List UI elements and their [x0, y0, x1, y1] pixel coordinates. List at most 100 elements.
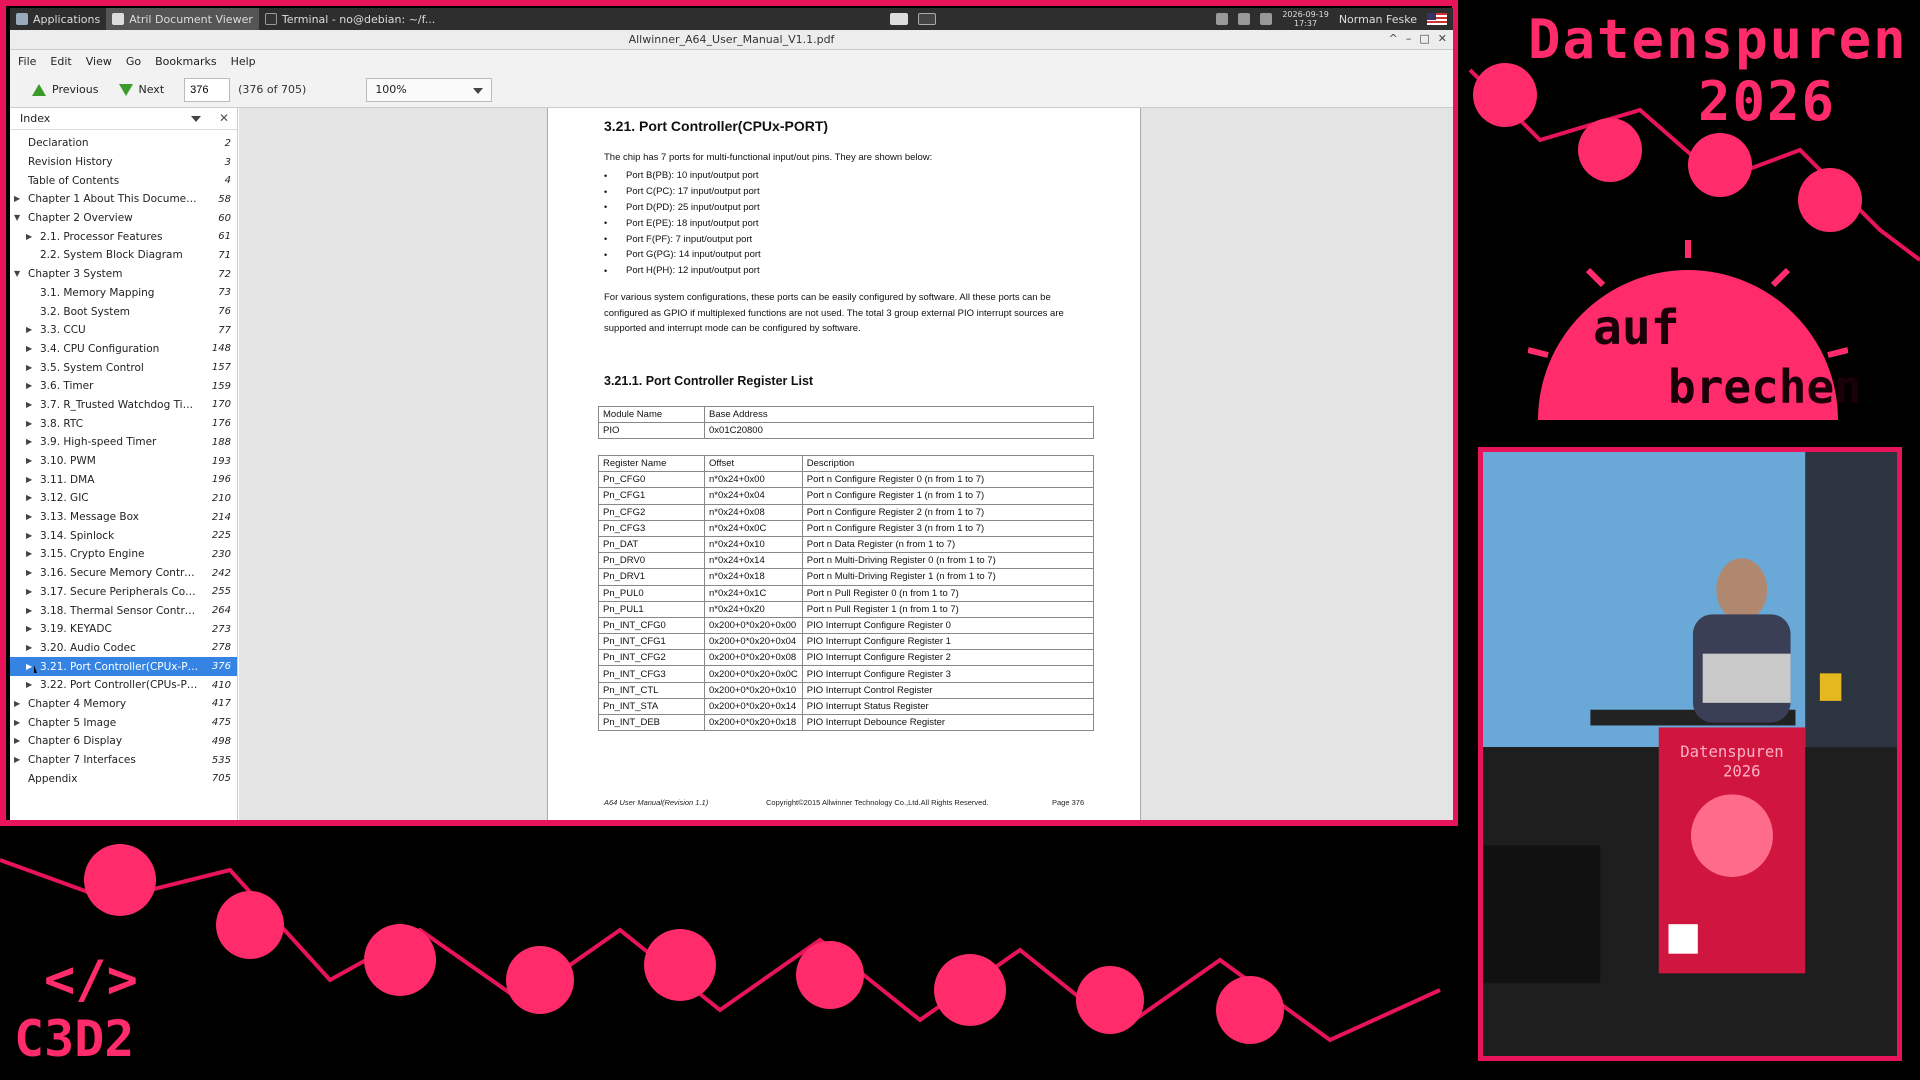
index-item[interactable]: ▶ 3.4. CPU Configuration 148	[10, 340, 237, 359]
user-menu[interactable]: Norman Feske	[1339, 13, 1417, 26]
expander-collapsed-icon[interactable]: ▶	[26, 381, 36, 391]
menu-view[interactable]: View	[86, 55, 112, 68]
expander-collapsed-icon[interactable]: ▶	[26, 363, 36, 373]
index-item[interactable]: ▶ 2.1. Processor Features 61	[10, 227, 237, 246]
expander-collapsed-icon[interactable]: ▶	[26, 493, 36, 503]
chevron-down-icon[interactable]	[191, 116, 201, 122]
index-item[interactable]: ▶ 3.19. KEYADC 273	[10, 620, 237, 639]
index-item[interactable]: 2.2. System Block Diagram 71	[10, 246, 237, 265]
index-item[interactable]: ▶ 3.12. GIC 210	[10, 489, 237, 508]
index-item[interactable]: ▶ 3.13. Message Box 214	[10, 508, 237, 527]
expander-collapsed-icon[interactable]: ▶	[26, 344, 36, 354]
expander-collapsed-icon[interactable]: ▶	[14, 194, 24, 204]
index-item[interactable]: ▶ Chapter 4 Memory 417	[10, 695, 237, 714]
sidebar-index: Index ✕ Declaration 2 Revision History 3 Tab…	[10, 108, 238, 820]
index-item[interactable]: 3.2. Boot System 76	[10, 302, 237, 321]
document-view[interactable]: 3.21. Port Controller(CPUx-PORT) The chi…	[239, 108, 1453, 820]
task-terminal[interactable]: Terminal - no@debian: ~/f...	[259, 8, 441, 30]
sidebar-header[interactable]: Index ✕	[10, 108, 237, 130]
menu-file[interactable]: File	[18, 55, 36, 68]
menu-bookmarks[interactable]: Bookmarks	[155, 55, 216, 68]
index-item[interactable]: 3.1. Memory Mapping 73	[10, 284, 237, 303]
task-atril[interactable]: Atril Document Viewer	[106, 8, 259, 30]
expander-collapsed-icon[interactable]: ▶	[26, 456, 36, 466]
index-item[interactable]: Appendix 705	[10, 769, 237, 788]
page-number-input[interactable]	[184, 77, 231, 102]
index-item[interactable]: ▶ 3.11. DMA 196	[10, 470, 237, 489]
index-item[interactable]: ▶ 3.6. Timer 159	[10, 377, 237, 396]
expander-collapsed-icon[interactable]: ▶	[26, 680, 36, 690]
expander-collapsed-icon[interactable]: ▶	[26, 643, 36, 653]
expander-collapsed-icon[interactable]: ▶	[26, 587, 36, 597]
svg-text:Datenspuren: Datenspuren	[1680, 742, 1783, 761]
expander-collapsed-icon[interactable]: ▶	[26, 325, 36, 335]
expander-collapsed-icon[interactable]: ▶	[26, 531, 36, 541]
sidebar-close-icon[interactable]: ✕	[219, 111, 229, 125]
index-item[interactable]: Table of Contents 4	[10, 171, 237, 190]
menu-go[interactable]: Go	[126, 55, 141, 68]
notification-bell-icon[interactable]	[1260, 13, 1273, 25]
expander-collapsed-icon[interactable]: ▶	[26, 624, 36, 634]
index-item[interactable]: ▶ 3.17. Secure Peripherals Controll... 255	[10, 583, 237, 602]
expander-expanded-icon[interactable]: ▼	[14, 269, 24, 279]
applications-menu[interactable]: Applications	[10, 8, 106, 30]
index-item[interactable]: ▶ Chapter 7 Interfaces 535	[10, 751, 237, 770]
window-shade-button[interactable]: ^	[1389, 32, 1398, 45]
index-item[interactable]: ▶ 3.18. Thermal Sensor Controller 264	[10, 601, 237, 620]
index-item[interactable]: ▶ 3.22. Port Controller(CPUs-PORT) 410	[10, 676, 237, 695]
window-minimize-button[interactable]: –	[1406, 32, 1412, 45]
table-cell: n*0x24+0x20	[704, 600, 803, 618]
index-item[interactable]: Declaration 2	[10, 134, 237, 153]
index-item[interactable]: ▶ 3.5. System Control 157	[10, 358, 237, 377]
index-item[interactable]: ▶ 3.14. Spinlock 225	[10, 526, 237, 545]
expander-collapsed-icon[interactable]: ▶	[26, 232, 36, 242]
index-item[interactable]: ▶ 3.7. R_Trusted Watchdog Timer 170	[10, 396, 237, 415]
window-maximize-button[interactable]: □	[1419, 32, 1429, 45]
network-icon[interactable]	[1216, 13, 1229, 25]
expander-collapsed-icon[interactable]: ▶	[14, 718, 24, 728]
previous-page-button[interactable]: Previous	[22, 76, 109, 104]
index-item[interactable]: ▼ Chapter 3 System 72	[10, 265, 237, 284]
expander-collapsed-icon[interactable]: ▶	[26, 437, 36, 447]
keyboard-layout-flag-icon[interactable]	[1427, 13, 1447, 25]
menu-help[interactable]: Help	[231, 55, 256, 68]
expander-collapsed-icon[interactable]: ▶	[14, 736, 24, 746]
index-item[interactable]: ▶ Chapter 1 About This Document... 58	[10, 190, 237, 209]
index-item[interactable]: ▼ Chapter 2 Overview 60	[10, 209, 237, 228]
expander-collapsed-icon[interactable]: ▶	[26, 606, 36, 616]
expander-collapsed-icon[interactable]: ▶	[26, 549, 36, 559]
index-item[interactable]: ▶ 3.15. Crypto Engine 230	[10, 545, 237, 564]
workspace-icon[interactable]	[890, 13, 909, 25]
menu-edit[interactable]: Edit	[50, 55, 71, 68]
index-item[interactable]: ▶ Chapter 5 Image 475	[10, 713, 237, 732]
index-item[interactable]: ▶ 3.16. Secure Memory Controller 242	[10, 564, 237, 583]
expander-collapsed-icon[interactable]: ▶	[14, 699, 24, 709]
index-item[interactable]: ▶ 3.8. RTC 176	[10, 414, 237, 433]
window-titlebar[interactable]: Allwinner_A64_User_Manual_V1.1.pdf ^ – □…	[10, 30, 1453, 50]
index-item[interactable]: Revision History 3	[10, 153, 237, 172]
index-item-page: 58	[218, 193, 231, 205]
index-item[interactable]: ▶ Chapter 6 Display 498	[10, 732, 237, 751]
window-close-button[interactable]: ✕	[1438, 32, 1447, 45]
expander-collapsed-icon[interactable]: ▶	[26, 400, 36, 410]
terminal-workspace-icon[interactable]	[918, 13, 937, 25]
index-item[interactable]: ▶ 3.3. CCU 77	[10, 321, 237, 340]
next-page-button[interactable]: Next	[109, 76, 175, 104]
index-item[interactable]: ▶ 3.21. Port Controller(CPUx-PORT) 376	[10, 657, 237, 676]
index-item-label: Chapter 4 Memory	[28, 697, 127, 710]
expander-collapsed-icon[interactable]: ▶	[26, 419, 36, 429]
table-cell: Pn_DAT	[598, 535, 705, 554]
expander-collapsed-icon[interactable]: ▶	[26, 475, 36, 485]
expander-collapsed-icon[interactable]: ▶	[26, 512, 36, 522]
index-item[interactable]: ▶ 3.20. Audio Codec 278	[10, 639, 237, 658]
index-item[interactable]: ▶ 3.10. PWM 193	[10, 452, 237, 471]
clock[interactable]: 2026-09-19 17:37	[1282, 10, 1329, 28]
zoom-select[interactable]: 100%	[366, 77, 493, 102]
expander-collapsed-icon[interactable]: ▶	[14, 755, 24, 765]
index-item[interactable]: ▶ 3.9. High-speed Timer 188	[10, 433, 237, 452]
table-header: Description	[801, 454, 1095, 473]
expander-collapsed-icon[interactable]: ▶	[26, 568, 36, 578]
expander-expanded-icon[interactable]: ▼	[14, 213, 24, 223]
volume-icon[interactable]	[1238, 13, 1251, 25]
